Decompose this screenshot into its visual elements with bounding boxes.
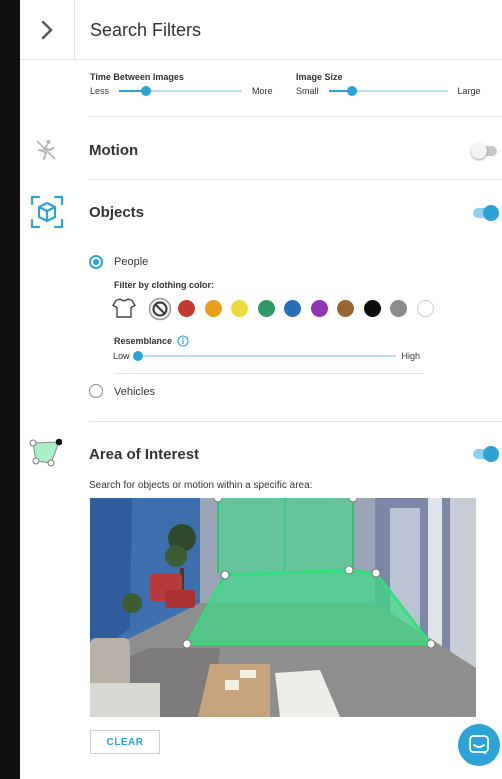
divider [89,179,502,180]
motion-toggle[interactable] [471,143,497,159]
objects-title: Objects [89,204,145,221]
slider-min-label: Less [90,86,110,96]
time-between-images-label: Time Between Images [90,72,184,82]
toggle-knob [483,446,499,462]
no-color-icon[interactable] [148,297,172,321]
cube-icon [30,195,64,229]
vehicles-label: Vehicles [114,386,155,398]
slider-max-label: More [252,86,273,96]
color-swatch[interactable] [204,300,222,317]
color-swatch[interactable] [231,300,248,317]
size-slider-track[interactable] [328,86,448,96]
slider-max-label: Large [457,86,481,96]
time-slider-handle[interactable] [141,86,152,96]
slider-min-label: Low [113,351,130,361]
image-size-label: Image Size [296,72,343,82]
shirt-icon[interactable] [112,297,136,319]
motion-title: Motion [89,142,139,159]
time-between-images-slider: Less More [90,86,273,96]
toggle-knob [471,143,487,159]
time-slider-track[interactable] [119,86,243,96]
chat-button[interactable] [458,724,500,766]
area-of-interest-title: Area of Interest [89,446,200,463]
resemblance-slider-handle[interactable] [132,351,143,361]
toggle-knob [483,205,499,221]
size-slider-handle[interactable] [347,86,358,96]
color-swatch[interactable] [284,300,301,317]
chevron-right-icon [41,20,53,40]
divider [89,421,502,422]
search-filters-panel: Search Filters Time Between Images Less … [20,0,502,779]
objects-toggle[interactable] [473,205,499,221]
vehicles-radio[interactable] [89,384,103,398]
info-icon[interactable] [177,335,189,347]
area-description: Search for objects or motion within a sp… [89,480,313,491]
color-swatch[interactable] [416,300,434,317]
header: Search Filters [20,0,502,60]
color-swatch[interactable] [178,300,195,317]
area-polygon-icon [29,438,62,467]
image-size-slider: Small Large [296,86,481,96]
resemblance-slider: Low High [113,351,420,361]
slider-max-label: High [401,351,421,361]
chat-icon [469,735,489,755]
page-title: Search Filters [90,20,202,40]
clear-button[interactable]: CLEAR [90,730,160,754]
resemblance-row: Resemblance [114,335,189,347]
color-swatch[interactable] [363,300,381,317]
running-person-icon [36,140,56,160]
divider [114,373,424,374]
color-swatch[interactable] [310,300,328,317]
color-swatch[interactable] [257,300,275,317]
slider-min-label: Small [296,86,319,96]
people-radio[interactable] [89,255,103,269]
clothing-color-label: Filter by clothing color: [114,280,215,290]
color-swatch[interactable] [390,300,407,317]
camera-snapshot[interactable] [90,498,476,717]
collapse-button[interactable] [20,0,75,60]
resemblance-slider-track[interactable] [132,351,396,361]
resemblance-label: Resemblance [114,336,173,346]
people-label: People [114,256,149,268]
area-of-interest-toggle[interactable] [473,446,499,462]
divider [89,116,502,117]
color-swatch[interactable] [337,300,354,317]
